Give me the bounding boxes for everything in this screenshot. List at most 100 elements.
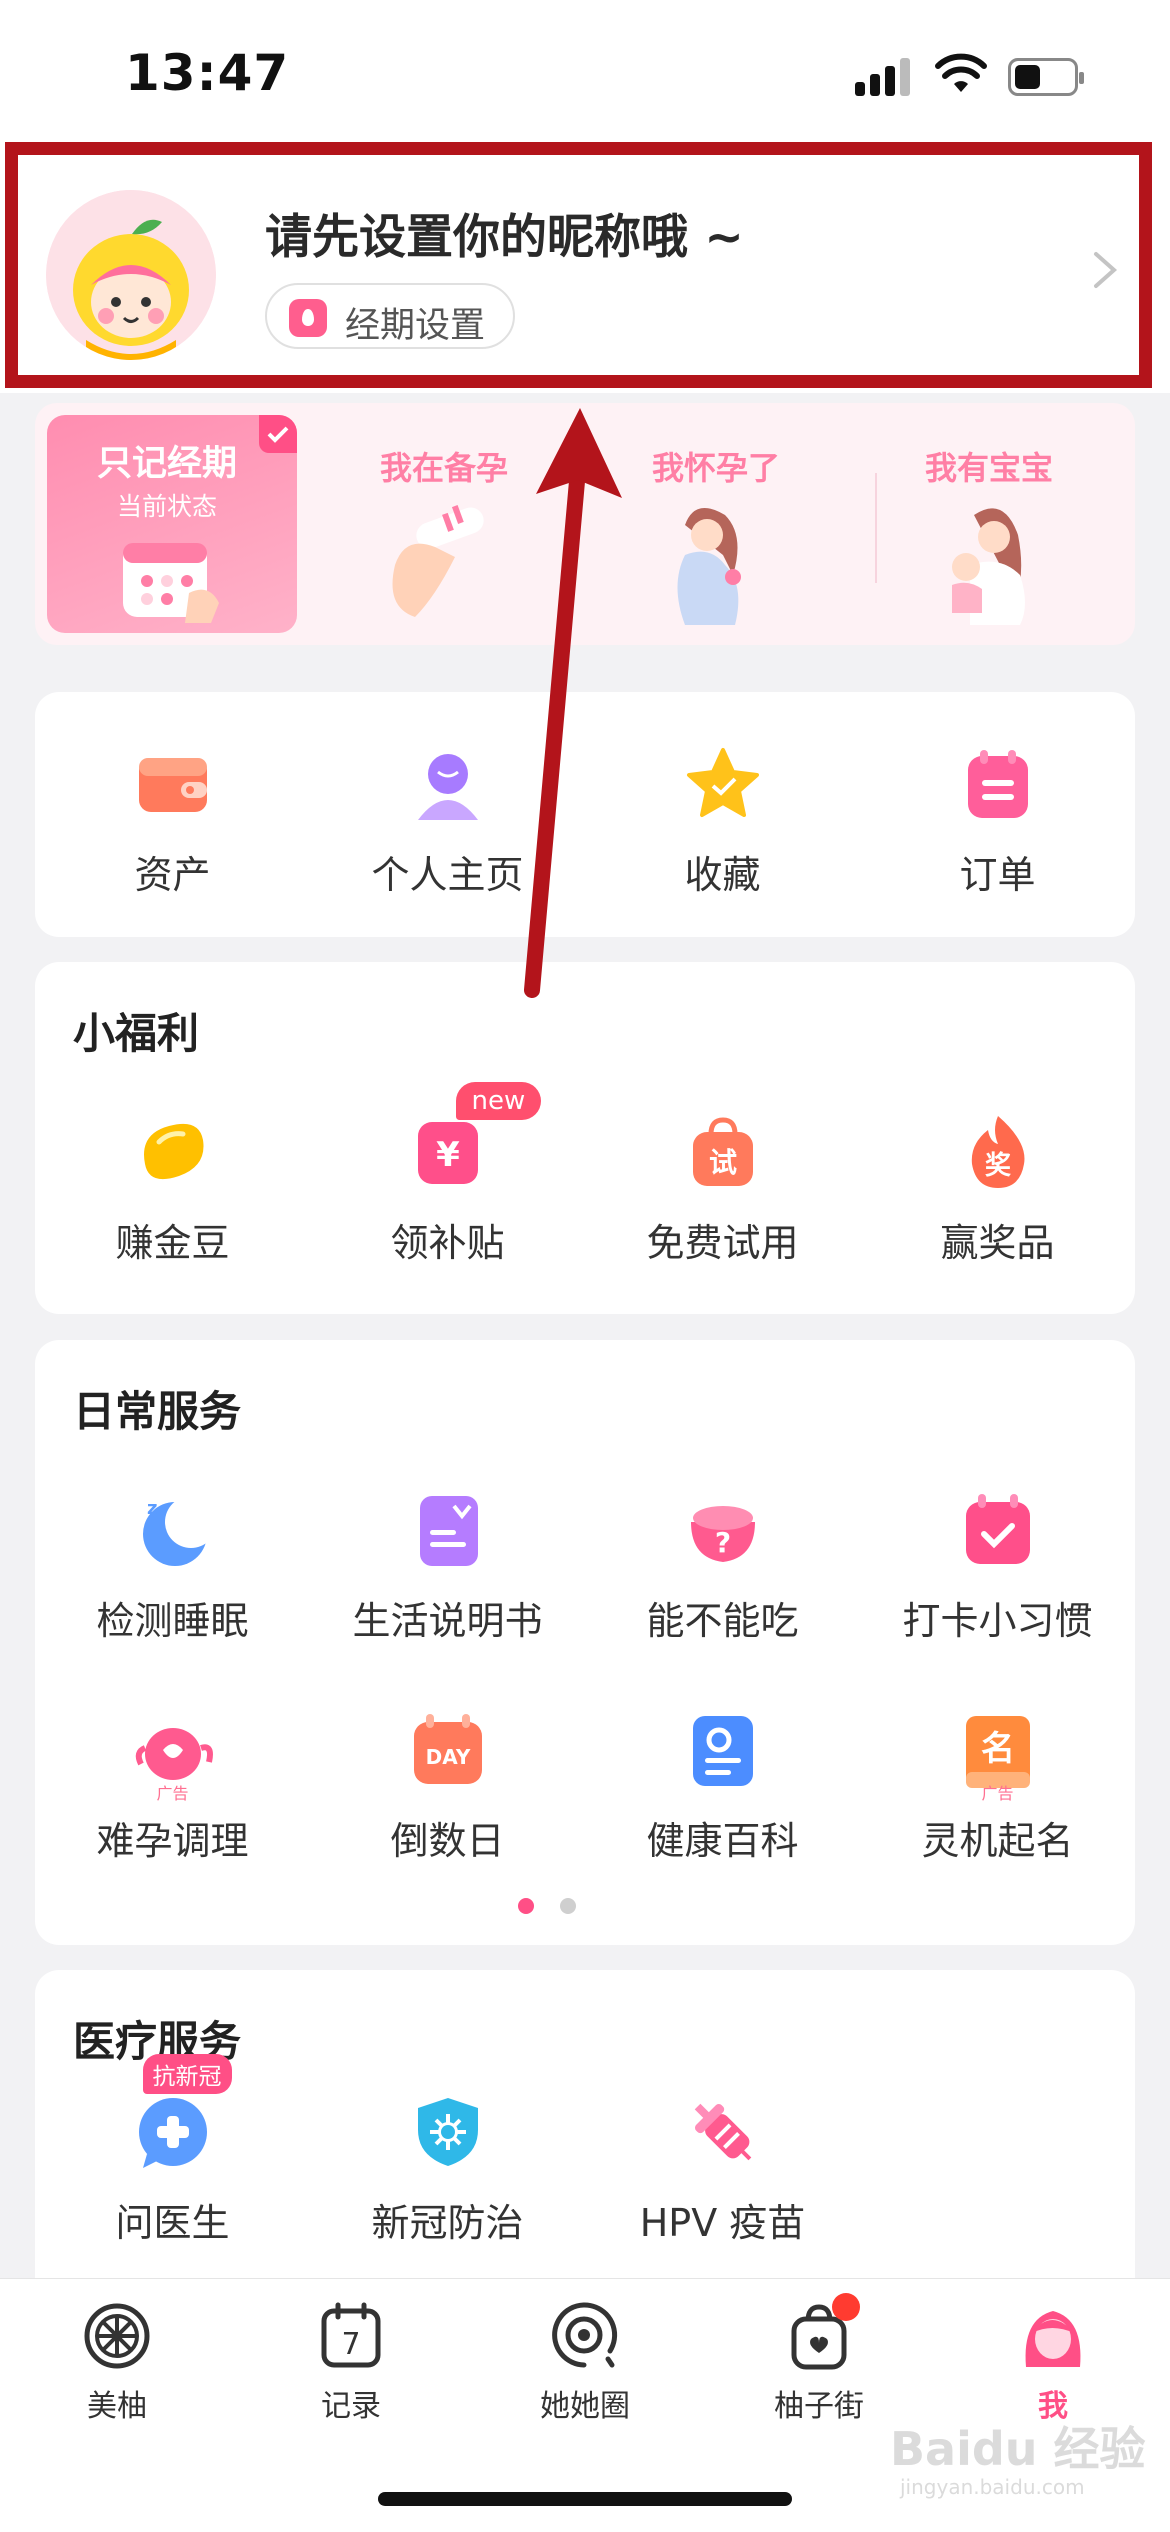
stage-divider — [875, 473, 877, 583]
watermark-url: jingyan.baidu.com — [900, 2475, 1085, 2499]
health-wiki-icon — [683, 1710, 763, 1790]
covid-care-label: 新冠防治 — [371, 2201, 524, 2245]
daily-services-title: 日常服务 — [73, 1387, 242, 1436]
svg-text:DAY: DAY — [425, 1745, 470, 1769]
welfare-card: 小福利 赚金豆 ¥ new 领补贴 试 免费试用 奖 赢奖品 — [35, 962, 1135, 1314]
order-icon — [958, 744, 1038, 824]
medical-services-card: 医疗服务 抗新冠 问医生 新冠防治 HPV 疫苗 — [35, 1970, 1135, 2310]
countdown-item[interactable]: DAY 倒数日 — [310, 1710, 585, 1865]
tab-home-label: 美柚 — [87, 2389, 147, 2424]
annotation-highlight-box — [5, 142, 1152, 388]
stage-has-baby[interactable]: 我有宝宝 — [925, 443, 1053, 489]
quick-links-card: 资产 个人主页 收藏 订单 — [35, 692, 1135, 937]
community-icon — [550, 2301, 620, 2371]
sleep-moon-icon: z — [133, 1490, 217, 1570]
favorites-item[interactable]: 收藏 — [585, 744, 860, 899]
health-wiki-item[interactable]: 健康百科 — [585, 1710, 860, 1865]
daily-services-card: 日常服务 z 检测睡眠 生活说明书 ? 能不能吃 打卡小习惯 广告 难孕调理 D… — [35, 1340, 1135, 1945]
orders-item[interactable]: 订单 — [860, 744, 1135, 899]
signal-icon — [855, 58, 913, 96]
tab-record-label: 记录 — [321, 2389, 381, 2424]
can-eat-label: 能不能吃 — [646, 1599, 799, 1643]
welfare-title: 小福利 — [73, 1009, 200, 1058]
stage-pregnant[interactable]: 我怀孕了 — [652, 443, 780, 489]
page-indicator — [518, 1898, 602, 1918]
pregnancy-test-icon — [392, 505, 484, 617]
tab-community-label: 她她圈 — [540, 2389, 630, 2424]
sleep-check-label: 检测睡眠 — [96, 1599, 249, 1643]
naming-icon: 名 广告 — [958, 1710, 1038, 1803]
sleep-check-item[interactable]: z 检测睡眠 — [35, 1490, 310, 1645]
win-prize-item[interactable]: 奖 赢奖品 — [860, 1112, 1135, 1267]
watermark-brand: Baidu 经验 — [890, 2422, 1146, 2476]
hpv-vaccine-label: HPV 疫苗 — [639, 2201, 806, 2245]
stage-preparing[interactable]: 我在备孕 — [380, 443, 508, 489]
status-bar: 13:47 — [0, 0, 1170, 145]
svg-text:?: ? — [714, 1526, 730, 1559]
hpv-vaccine-item[interactable]: HPV 疫苗 — [585, 2092, 860, 2247]
subsidy-label: 领补贴 — [390, 1221, 505, 1265]
person-icon — [408, 744, 488, 824]
food-bowl-icon: ? — [683, 1490, 763, 1570]
baby-naming-item[interactable]: 名 广告 灵机起名 — [860, 1710, 1135, 1865]
assets-item[interactable]: 资产 — [35, 744, 310, 899]
star-icon — [683, 744, 763, 824]
health-wiki-label: 健康百科 — [646, 1819, 799, 1863]
notification-dot — [832, 2293, 860, 2321]
check-icon — [259, 415, 297, 453]
wifi-icon — [935, 53, 987, 92]
baby-naming-label: 灵机起名 — [921, 1819, 1074, 1863]
free-trial-item[interactable]: 试 免费试用 — [585, 1112, 860, 1267]
ask-doctor-label: 问医生 — [115, 2201, 230, 2245]
life-stage-selector: 只记经期 当前状态 我在备孕 我怀孕了 我有宝宝 — [35, 403, 1135, 645]
vaccine-syringe-icon — [683, 2092, 763, 2172]
tab-record[interactable]: 7 记录 — [234, 2301, 468, 2425]
svg-text:奖: 奖 — [984, 1150, 1011, 1181]
calendar-7-icon: 7 — [316, 2301, 386, 2371]
battery-icon — [1008, 58, 1084, 96]
shop-bag-icon — [784, 2293, 860, 2371]
mother-baby-icon — [952, 508, 1025, 625]
tab-home[interactable]: 美柚 — [0, 2301, 234, 2425]
page-dot[interactable] — [560, 1898, 576, 1914]
pregnant-woman-icon — [677, 507, 741, 625]
homepage-item[interactable]: 个人主页 — [310, 744, 585, 899]
ask-doctor-item[interactable]: 抗新冠 问医生 — [35, 2054, 310, 2247]
homepage-label: 个人主页 — [371, 853, 524, 897]
covid-care-item[interactable]: 新冠防治 — [310, 2092, 585, 2247]
teapot-icon: 广告 — [133, 1710, 213, 1803]
calendar-hand-icon — [123, 543, 219, 623]
trial-bag-icon: 试 — [683, 1112, 763, 1192]
manual-book-icon — [408, 1490, 488, 1570]
orders-label: 订单 — [959, 853, 1036, 897]
new-badge: new — [455, 1082, 542, 1120]
wallet-icon — [133, 744, 213, 824]
habit-checkin-item[interactable]: 打卡小习惯 — [860, 1490, 1135, 1645]
tab-community[interactable]: 她她圈 — [468, 2301, 702, 2425]
home-indicator[interactable] — [378, 2492, 792, 2506]
earn-gold-bean-label: 赚金豆 — [115, 1221, 230, 1265]
earn-gold-bean-item[interactable]: 赚金豆 — [35, 1112, 310, 1267]
gold-bean-icon — [133, 1112, 213, 1192]
checkin-calendar-icon — [958, 1490, 1038, 1570]
life-manual-item[interactable]: 生活说明书 — [310, 1490, 585, 1645]
countdown-label: 倒数日 — [390, 1819, 505, 1863]
baidu-jingyan-watermark: Baidu 经验 jingyan.baidu.com — [880, 2405, 1160, 2505]
pomelo-icon — [82, 2301, 152, 2371]
subsidy-item[interactable]: ¥ new 领补贴 — [310, 1082, 585, 1267]
win-prize-label: 赢奖品 — [940, 1221, 1055, 1265]
stage-active-subtitle: 当前状态 — [117, 492, 218, 521]
doctor-chat-icon: 抗新冠 — [133, 2054, 232, 2172]
stage-period-only[interactable]: 只记经期 当前状态 — [47, 415, 297, 633]
habit-checkin-label: 打卡小习惯 — [902, 1599, 1093, 1643]
stage-active-title: 只记经期 — [97, 444, 238, 484]
can-eat-item[interactable]: ? 能不能吃 — [585, 1490, 860, 1645]
fertility-care-label: 难孕调理 — [96, 1819, 249, 1863]
svg-text:7: 7 — [341, 2327, 360, 2362]
me-avatar-icon — [1018, 2301, 1088, 2371]
countdown-icon: DAY — [408, 1710, 488, 1790]
svg-text:z: z — [147, 1498, 157, 1519]
svg-text:名: 名 — [981, 1729, 1015, 1769]
fertility-care-item[interactable]: 广告 难孕调理 — [35, 1710, 310, 1865]
free-trial-label: 免费试用 — [646, 1221, 799, 1265]
